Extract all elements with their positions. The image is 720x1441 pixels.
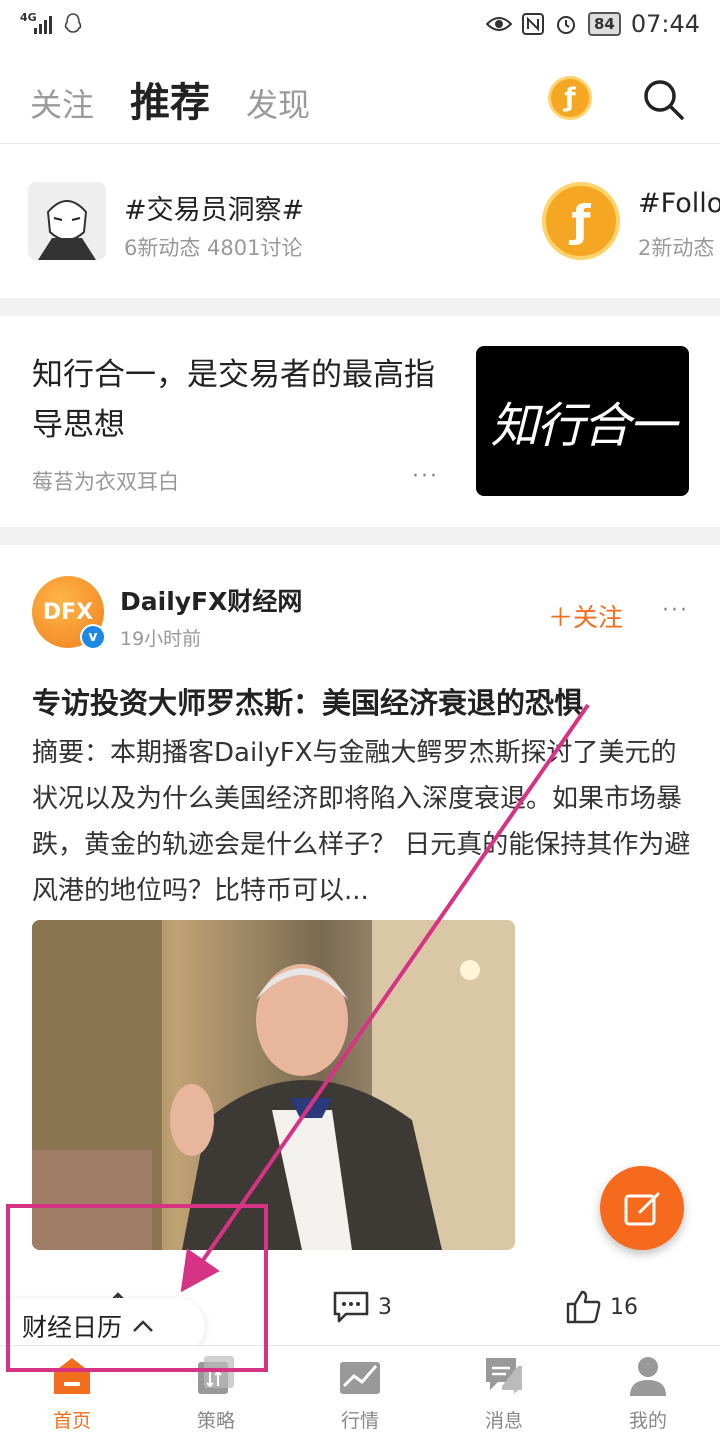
topic-stats: 2新动态 — [638, 236, 715, 260]
like-button[interactable]: 16 — [566, 1290, 638, 1324]
edit-icon — [624, 1192, 660, 1226]
search-icon[interactable] — [640, 76, 686, 122]
section-gap — [0, 298, 720, 316]
battery-indicator: 84 — [587, 12, 621, 36]
tab-recommended[interactable]: 推荐 — [130, 70, 210, 128]
profile-icon — [630, 1357, 666, 1396]
post-more-button[interactable]: ··· — [662, 598, 689, 623]
chevron-up-icon — [133, 1320, 153, 1332]
nav-label: 行情 — [340, 1410, 379, 1432]
article-thumbnail[interactable]: 知行合一 — [476, 346, 689, 496]
qq-icon — [64, 13, 82, 33]
tab-following[interactable]: 关注 — [30, 80, 94, 126]
nav-label: 策略 — [196, 1410, 235, 1432]
topic-card-2[interactable]: ƒ #Follo 2新动态 — [542, 182, 720, 262]
nav-home[interactable]: 首页 — [22, 1354, 122, 1433]
topic-title: #交易员洞察# — [124, 195, 305, 226]
home-icon — [54, 1358, 90, 1394]
nav-strategy[interactable]: 策略 — [166, 1354, 266, 1433]
nfc-icon — [521, 13, 544, 35]
section-gap — [0, 527, 720, 545]
avatar-text: DFX — [42, 599, 94, 625]
thumbs-up-icon — [566, 1290, 601, 1324]
nav-label: 消息 — [484, 1410, 523, 1432]
author-name[interactable]: DailyFX财经网 — [120, 582, 302, 618]
finance-calendar-label: 财经日历 — [22, 1313, 123, 1342]
feed-tabs: 关注 推荐 发现 — [30, 70, 310, 130]
article-more-button[interactable]: ··· — [412, 464, 439, 489]
status-bar: 4G 84 07:44 — [0, 0, 720, 48]
nav-profile[interactable]: 我的 — [598, 1354, 698, 1433]
tab-discover[interactable]: 发现 — [246, 80, 310, 126]
bottom-nav: 首页 策略 行情 消息 我的 — [0, 1345, 720, 1441]
follow-button[interactable]: ＋关注 — [548, 598, 623, 634]
nav-label: 我的 — [628, 1410, 667, 1432]
nav-messages[interactable]: 消息 — [454, 1354, 554, 1433]
topic-avatar — [28, 182, 106, 260]
comment-button[interactable]: 3 — [332, 1290, 392, 1324]
topic-title: #Follo — [638, 188, 720, 219]
alarm-icon — [556, 16, 575, 34]
like-count: 16 — [610, 1294, 638, 1320]
coin-avatar-icon: ƒ — [542, 182, 620, 260]
comment-count: 3 — [378, 1294, 392, 1320]
topic-stats: 6新动态 4801讨论 — [124, 236, 303, 260]
status-time: 07:44 — [630, 10, 700, 38]
verified-icon: v — [80, 624, 106, 650]
market-icon — [340, 1362, 380, 1394]
article-author: 莓苔为衣双耳白 — [32, 470, 179, 494]
compose-button[interactable] — [600, 1166, 684, 1250]
coin-icon: ƒ — [564, 83, 576, 113]
post-time: 19小时前 — [120, 628, 202, 650]
strategy-icon — [198, 1356, 234, 1394]
post-image[interactable] — [32, 920, 515, 1250]
comment-icon — [333, 1291, 369, 1323]
thumbnail-calligraphy: 知行合一 — [490, 398, 676, 454]
signal-bars-icon — [34, 16, 52, 34]
article-title[interactable]: 知行合一，是交易者的最高指导思想 — [32, 350, 452, 450]
coin-button[interactable]: ƒ — [548, 76, 592, 120]
post-summary[interactable]: 摘要：本期播客DailyFX与金融大鳄罗杰斯探讨了美元的状况以及为什么美国经济即… — [32, 730, 692, 914]
divider — [0, 143, 720, 144]
post-title[interactable]: 专访投资大师罗杰斯：美国经济衰退的恐惧 — [32, 680, 692, 722]
nav-market[interactable]: 行情 — [310, 1354, 410, 1433]
message-icon — [486, 1358, 522, 1394]
nav-label: 首页 — [52, 1410, 91, 1432]
eye-icon — [485, 17, 512, 31]
